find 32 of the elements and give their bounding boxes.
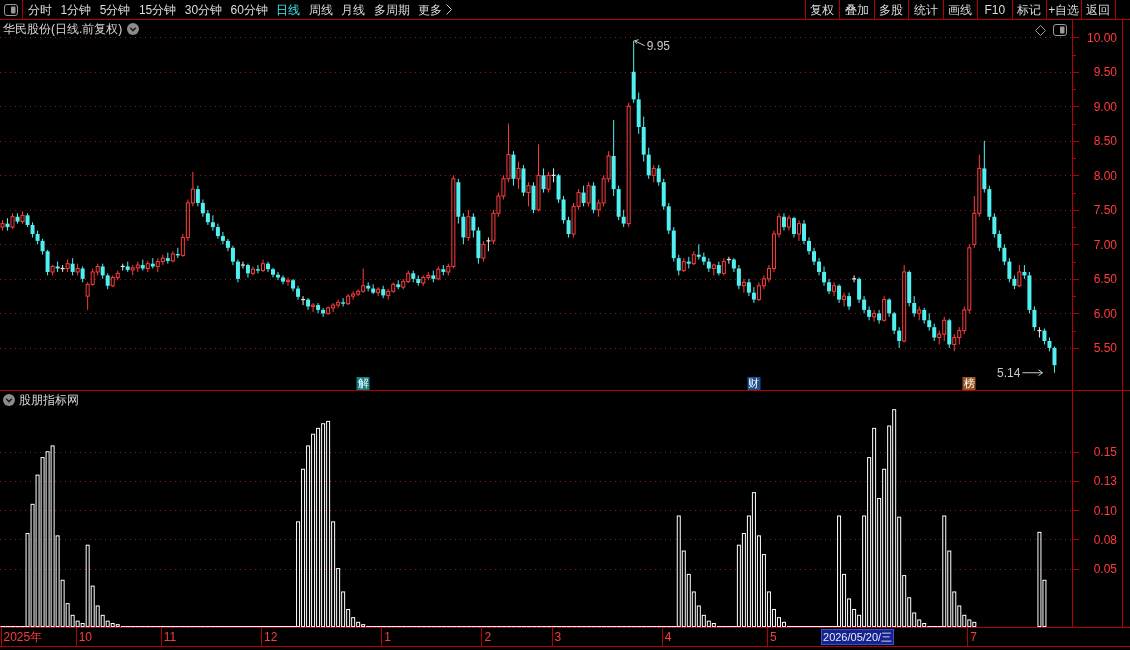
axis-tick-label: 9.50 xyxy=(1093,65,1117,80)
axis-tick-label: 0.10 xyxy=(1093,503,1117,518)
axis-tick-label: 8.50 xyxy=(1093,134,1117,149)
axis-tick-label: 6.00 xyxy=(1093,306,1117,321)
cursor-date-label: 2026/05/20/三 xyxy=(821,629,895,645)
date-axis-label: 3 xyxy=(551,628,562,646)
chart-title: 华民股份(日线.前复权) xyxy=(3,22,123,36)
axis-tick-label: 0.13 xyxy=(1093,474,1117,489)
axis-tick-label: 0.08 xyxy=(1093,532,1117,547)
indicator-title: 股朋指标网 xyxy=(19,393,79,407)
axis-tick-label: 7.00 xyxy=(1093,237,1117,252)
date-axis-label: 4 xyxy=(661,628,672,646)
axis-tick-label: 0.15 xyxy=(1093,445,1117,460)
date-axis-label: 10 xyxy=(75,628,92,646)
date-axis-label: 5 xyxy=(766,628,777,646)
date-axis-label: 2 xyxy=(481,628,492,646)
axis-tick-label: 9.00 xyxy=(1093,99,1117,114)
axis-tick-label: 8.00 xyxy=(1093,168,1117,183)
axis-tick-label: 5.50 xyxy=(1093,341,1117,356)
annotation: 5.14 xyxy=(997,365,1021,380)
date-axis-label: 7 xyxy=(967,628,977,646)
annotation: 9.95 xyxy=(646,38,671,53)
axis-tick-label: 10.00 xyxy=(1086,30,1117,45)
high-price-callout: 9.95 xyxy=(634,38,671,53)
axis-tick-label: 0.05 xyxy=(1093,562,1117,577)
axis-tick-label: 6.50 xyxy=(1093,272,1117,287)
date-axis-label: 12 xyxy=(261,628,278,646)
low-price-callout: 5.14 xyxy=(997,365,1043,380)
date-axis-label: 2025年 xyxy=(0,628,43,646)
date-axis-label: 11 xyxy=(160,628,177,646)
date-axis-label: 1 xyxy=(381,628,391,646)
axis-tick-label: 7.50 xyxy=(1093,203,1117,218)
